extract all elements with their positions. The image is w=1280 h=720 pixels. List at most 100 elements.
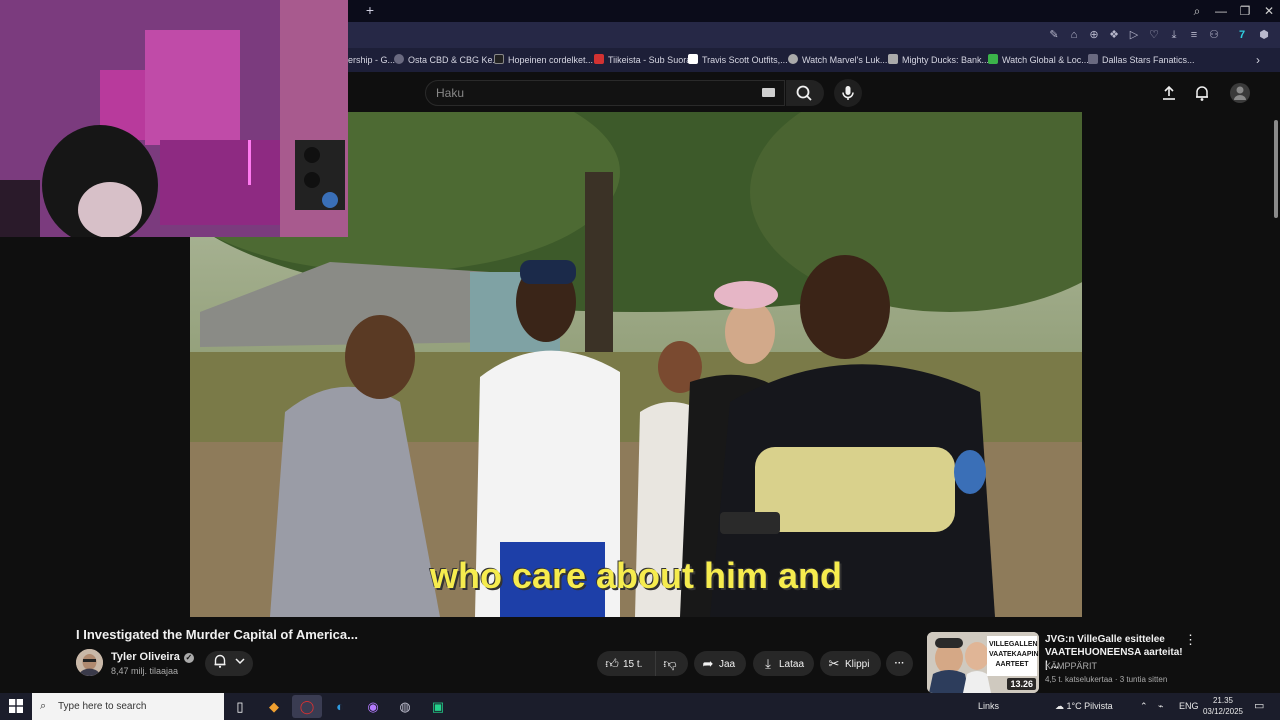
search-icon xyxy=(796,85,812,101)
bookmark-label: Travis Scott Outfits,... xyxy=(702,55,788,65)
video-duration: 13.26 xyxy=(1007,678,1036,690)
app-icon[interactable]: ◍ xyxy=(390,695,420,718)
extension-icon[interactable]: ❖ xyxy=(1106,27,1122,43)
share-button[interactable]: ➦ Jaa xyxy=(694,651,746,676)
thumbs-up-icon: 👍︎ xyxy=(605,656,619,671)
bookmark-label: Mighty Ducks: Bank... xyxy=(902,55,990,65)
upload-button[interactable] xyxy=(1160,84,1178,102)
shield-icon[interactable]: ⊕ xyxy=(1086,27,1102,43)
video-subtitle: who care about him and xyxy=(429,555,843,596)
play-icon[interactable]: ▷ xyxy=(1126,27,1142,43)
new-tab-button[interactable]: + xyxy=(362,2,378,18)
bookmark-label: Watch Marvel's Luk... xyxy=(802,55,888,65)
channel-name[interactable]: Tyler Oliveira ✓ xyxy=(111,651,194,663)
bookmark-favicon xyxy=(988,54,998,64)
bookmark-label: Hopeinen cordelket... xyxy=(508,55,594,65)
game-app-icon[interactable]: ▣ xyxy=(423,695,453,718)
bookmark-item[interactable]: Mighty Ducks: Bank... xyxy=(888,52,989,68)
scrollbar-thumb[interactable] xyxy=(1274,120,1278,218)
upload-icon xyxy=(1163,85,1175,100)
notification-center-icon[interactable]: ▭ xyxy=(1254,693,1264,720)
bookmark-label: Dallas Stars Fanatics... xyxy=(1102,55,1195,65)
recommended-video-thumbnail[interactable]: VILLEGALLEN VAATEKAAPIN AARTEET 13.26 xyxy=(927,632,1039,693)
language-indicator[interactable]: ENG xyxy=(1179,693,1199,720)
thumbs-down-icon: 👎︎ xyxy=(663,656,677,671)
minimize-button[interactable]: — xyxy=(1208,0,1234,22)
more-options-icon[interactable]: ⋮ xyxy=(1184,632,1197,648)
bookmark-item[interactable]: Hopeinen cordelket... xyxy=(494,52,593,68)
task-view-icon[interactable]: ▯ xyxy=(225,695,255,718)
taskbar-search-input[interactable]: ⌕ Type here to search xyxy=(32,693,224,720)
webcam-overlay xyxy=(0,0,348,237)
edge-icon[interactable]: ◐ xyxy=(325,695,355,718)
app-logo-icon[interactable]: 7 xyxy=(1234,27,1250,43)
windows-logo-icon xyxy=(9,699,23,713)
taskbar-clock[interactable]: 21.35 03/12/2025 xyxy=(1200,695,1246,717)
bookmark-item[interactable]: Watch Marvel's Luk... xyxy=(788,52,887,68)
profile-icon[interactable]: ⚇ xyxy=(1206,27,1222,43)
heart-icon[interactable]: ♡ xyxy=(1146,27,1162,43)
channel-name-text: Tyler Oliveira xyxy=(111,651,180,663)
bell-icon xyxy=(1196,86,1208,101)
dislike-button[interactable]: 👎︎ xyxy=(655,651,688,676)
share-label: Jaa xyxy=(719,659,736,670)
tray-overflow-icon[interactable]: ⌃ xyxy=(1140,693,1148,720)
download-icon[interactable]: ⤓ xyxy=(1166,27,1182,43)
subscribe-bell-button[interactable] xyxy=(205,651,253,676)
bookmark-item[interactable]: Dallas Stars Fanatics... xyxy=(1088,52,1195,68)
bookmark-favicon xyxy=(888,54,898,64)
bookmark-favicon xyxy=(788,54,798,64)
bookmark-label: ership - G... xyxy=(348,55,396,65)
more-actions-button[interactable]: ··· xyxy=(886,651,913,676)
opera-gx-icon[interactable]: ◯ xyxy=(292,695,322,718)
restore-button[interactable]: ❐ xyxy=(1232,0,1258,22)
bookmark-favicon xyxy=(494,54,504,64)
home-icon[interactable]: ⌂ xyxy=(1066,27,1082,43)
video-title: I Investigated the Murder Capital of Ame… xyxy=(76,627,358,642)
bookmark-item[interactable]: Osta CBD & CBG Ke... xyxy=(394,52,500,68)
edit-icon[interactable]: ✎ xyxy=(1046,27,1062,43)
cube-icon[interactable]: ⬢ xyxy=(1256,27,1272,43)
search-button[interactable] xyxy=(786,80,824,106)
network-icon[interactable]: ⌁ xyxy=(1158,693,1163,720)
bookmarks-overflow-button[interactable]: › xyxy=(1256,52,1260,68)
scissors-icon: ✂ xyxy=(828,656,840,671)
search-input[interactable]: Haku xyxy=(425,80,785,106)
verified-icon: ✓ xyxy=(183,653,194,663)
bookmark-item[interactable]: Travis Scott Outfits,... xyxy=(688,52,788,68)
browser-search-icon[interactable]: ⌕ xyxy=(1184,0,1210,22)
account-avatar[interactable] xyxy=(1230,83,1250,103)
recommended-channel-name[interactable]: KÄMPPÄRIT xyxy=(1045,661,1097,671)
bookmark-favicon xyxy=(688,54,698,64)
screen: + ⌕ — ❐ ✕ ✎ ⌂ ⊕ ❖ ▷ ♡ ⤓ ≡ ⚇ 7 ⬢ ership -… xyxy=(0,0,1280,720)
links-toolbar[interactable]: Links xyxy=(978,693,999,720)
recommended-video-meta: 4,5 t. katselukertaa · 3 tuntia sitten xyxy=(1045,675,1168,684)
weather-widget[interactable]: ☁ 1°C Pilvista xyxy=(1055,693,1113,720)
like-count: 15 t. xyxy=(623,659,643,670)
bookmark-item[interactable]: Watch Global & Loc... xyxy=(988,52,1089,68)
widgets-icon[interactable]: ◆ xyxy=(259,695,289,718)
bell-icon xyxy=(214,654,226,668)
clock-time: 21.35 xyxy=(1212,696,1234,705)
download-button[interactable]: ⤓ Lataa xyxy=(753,651,814,676)
voice-search-button[interactable] xyxy=(834,79,862,107)
bookmark-item[interactable]: ership - G... xyxy=(348,52,395,68)
bookmark-label: Tiikeista - Sub Suora xyxy=(608,55,692,65)
like-button[interactable]: 👍︎ 15 t. xyxy=(597,651,655,676)
channel-avatar[interactable] xyxy=(76,649,103,676)
chevron-down-icon xyxy=(235,658,245,665)
clip-button[interactable]: ✂ Klippi xyxy=(820,651,881,676)
download-label: Lataa xyxy=(779,659,805,670)
menu-icon[interactable]: ≡ xyxy=(1186,27,1202,43)
close-window-button[interactable]: ✕ xyxy=(1256,0,1280,22)
mic-icon xyxy=(842,86,854,100)
user-icon xyxy=(1234,86,1246,100)
cloud-icon: ☁ xyxy=(1055,701,1067,711)
download-icon: ⤓ xyxy=(765,656,771,671)
keyboard-icon[interactable] xyxy=(762,88,775,97)
bookmark-item[interactable]: Tiikeista - Sub Suora xyxy=(594,52,691,68)
clip-label: Klippi xyxy=(845,659,870,670)
notifications-button[interactable] xyxy=(1193,84,1211,102)
start-button[interactable] xyxy=(0,693,32,720)
discord-icon[interactable]: ◉ xyxy=(358,695,388,718)
